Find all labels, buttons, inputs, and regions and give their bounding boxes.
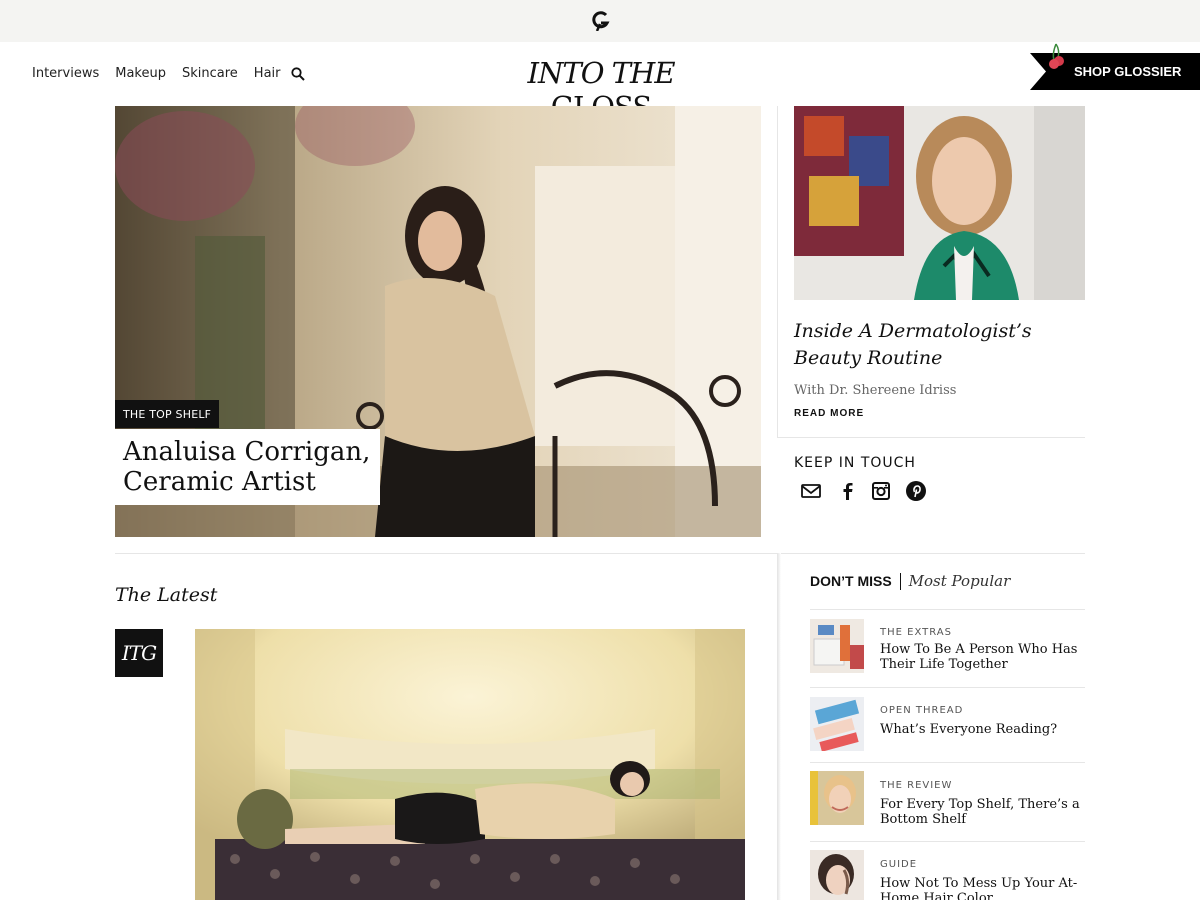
latest-heading: The Latest (115, 584, 218, 606)
hero-title[interactable]: Analuisa Corrigan, Ceramic Artist (115, 429, 380, 505)
hero-category-tag[interactable]: THE TOP SHELF (115, 400, 220, 428)
wordmark-italic: INTO THE (527, 56, 676, 90)
popular-tabs: DON’T MISS Most Popular (810, 572, 1010, 590)
itg-badge: ITG (115, 629, 163, 677)
facebook-icon[interactable] (836, 480, 858, 502)
pinterest-icon[interactable] (905, 480, 927, 502)
tab-dont-miss[interactable]: DON’T MISS (810, 573, 892, 589)
nav-item-interviews[interactable]: Interviews (32, 66, 99, 81)
cherry-icon (1049, 43, 1064, 69)
list-item-thumbnail (810, 619, 864, 673)
list-item-category: GUIDE (880, 859, 918, 870)
side-feature-image[interactable] (794, 106, 1085, 300)
nav-item-skincare[interactable]: Skincare (182, 66, 238, 81)
list-item-category: THE REVIEW (880, 780, 953, 791)
list-item[interactable]: THE EXTRAS How To Be A Person Who Has Th… (810, 609, 1085, 688)
list-item[interactable]: GUIDE How Not To Mess Up Your At-Home Ha… (810, 841, 1085, 900)
column-shadow-divider (777, 553, 781, 900)
side-feature-title[interactable]: Inside A Dermatologist’s Beauty Routine (794, 318, 1084, 372)
nav-item-makeup[interactable]: Makeup (115, 66, 166, 81)
list-item-category: THE EXTRAS (880, 627, 952, 638)
list-item-title: For Every Top Shelf, There’s a Bottom Sh… (880, 797, 1080, 827)
section-divider-lower (115, 553, 1085, 554)
column-divider (777, 106, 778, 437)
side-feature-subtitle: With Dr. Shereene Idriss (794, 383, 957, 398)
list-item-category: OPEN THREAD (880, 705, 964, 716)
list-item-thumbnail (810, 697, 864, 751)
keep-in-touch-heading: KEEP IN TOUCH (794, 455, 916, 471)
list-item-title: How Not To Mess Up Your At-Home Hair Col… (880, 876, 1078, 900)
top-bar (0, 0, 1200, 42)
read-more-link[interactable]: READ MORE (794, 408, 864, 419)
search-icon[interactable] (290, 66, 305, 81)
list-item-title: How To Be A Person Who Has Their Life To… (880, 642, 1078, 672)
shop-glossier-label: SHOP GLOSSIER (1074, 64, 1182, 79)
list-item[interactable]: THE REVIEW For Every Top Shelf, There’s … (810, 762, 1085, 841)
latest-article-image[interactable] (195, 629, 745, 900)
instagram-icon[interactable] (870, 480, 892, 502)
list-item[interactable]: OPEN THREAD What’s Everyone Reading? (810, 687, 1085, 762)
list-item-title: What’s Everyone Reading? (880, 722, 1058, 737)
mail-icon[interactable] (800, 480, 822, 502)
section-divider (777, 437, 1085, 438)
tab-most-popular[interactable]: Most Popular (909, 572, 1011, 590)
main-nav: Interviews Makeup Skincare Hair (32, 66, 305, 81)
list-item-thumbnail (810, 850, 864, 900)
nav-item-hair[interactable]: Hair (254, 66, 281, 81)
glossier-g-logo-icon[interactable] (592, 11, 610, 31)
tab-separator (899, 572, 901, 590)
list-item-thumbnail (810, 771, 864, 825)
